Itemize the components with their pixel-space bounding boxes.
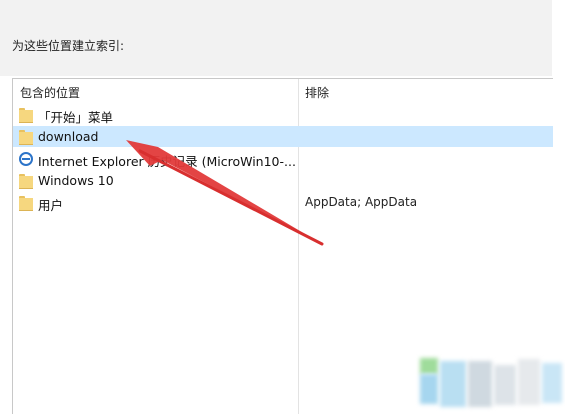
- blurred-watermark: [416, 355, 565, 414]
- location-label: Internet Explorer 历史记录 (MicroWin10-...: [38, 154, 296, 169]
- list-item-windows-10[interactable]: Windows 10: [13, 170, 553, 191]
- internet-explorer-icon: [19, 152, 35, 166]
- indexed-locations-dialog: 为这些位置建立索引: 包含的位置 排除 「开始」菜单 download Inte…: [0, 0, 565, 414]
- folder-icon: [19, 108, 35, 123]
- location-label: Windows 10: [38, 173, 114, 188]
- location-label: 用户: [38, 198, 64, 213]
- folder-icon: [19, 174, 35, 189]
- list-item-start-menu[interactable]: 「开始」菜单: [13, 104, 553, 125]
- instruction-label: 为这些位置建立索引:: [12, 39, 125, 53]
- column-header-exclude[interactable]: 排除: [305, 84, 329, 101]
- location-label: download: [38, 129, 99, 144]
- list-item-ie-history[interactable]: Internet Explorer 历史记录 (MicroWin10-...: [13, 148, 553, 169]
- folder-icon: [19, 130, 35, 145]
- dialog-right-edge: [552, 0, 565, 414]
- location-label: 「开始」菜单: [38, 110, 114, 125]
- column-header-location[interactable]: 包含的位置: [20, 84, 80, 101]
- exclude-label: AppData; AppData: [305, 195, 418, 209]
- list-item-users[interactable]: 用户 AppData; AppData: [13, 192, 553, 213]
- list-header: 包含的位置 排除: [13, 79, 553, 101]
- folder-icon: [19, 196, 35, 211]
- list-item-download[interactable]: download: [13, 126, 553, 147]
